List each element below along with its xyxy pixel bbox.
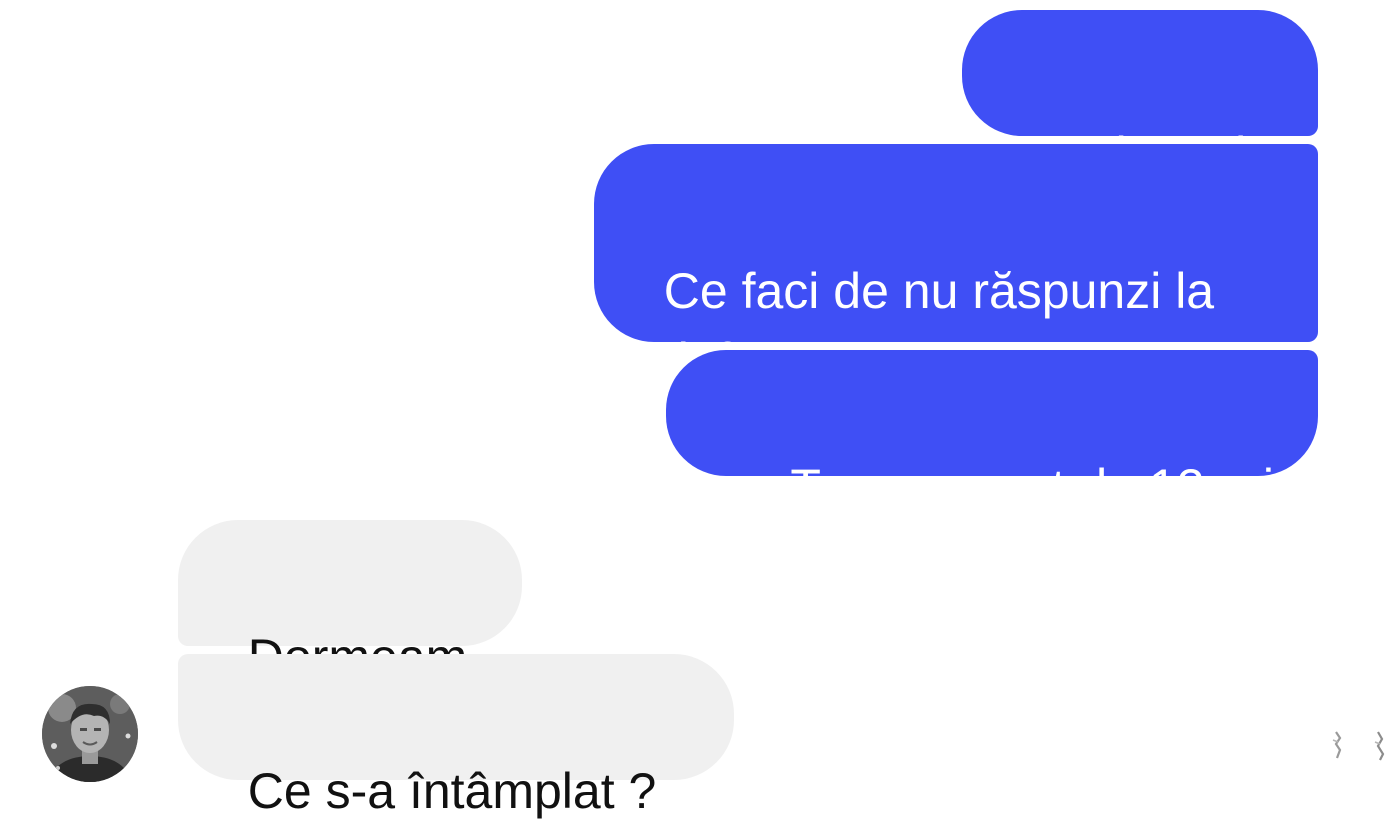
contact-avatar[interactable] [42, 686, 138, 782]
outgoing-message-bubble[interactable]: Te-am sunat de 12 ori [666, 350, 1318, 515]
incoming-message-bubble[interactable]: Ce s-a întâmplat ? [178, 654, 734, 819]
outgoing-message-bubble[interactable]: Unde ești? [962, 10, 1318, 183]
message-text: Ce s-a întâmplat ? [247, 763, 657, 819]
outgoing-message-bubble[interactable]: Ce faci de nu răspunzi la telefon ? [594, 144, 1318, 389]
message-text: Te-am sunat de 12 ori [790, 459, 1274, 515]
incoming-message-bubble[interactable]: Dormeam [178, 520, 522, 685]
person-photo-icon [42, 686, 138, 782]
seen-indicator-icon [1330, 728, 1388, 762]
